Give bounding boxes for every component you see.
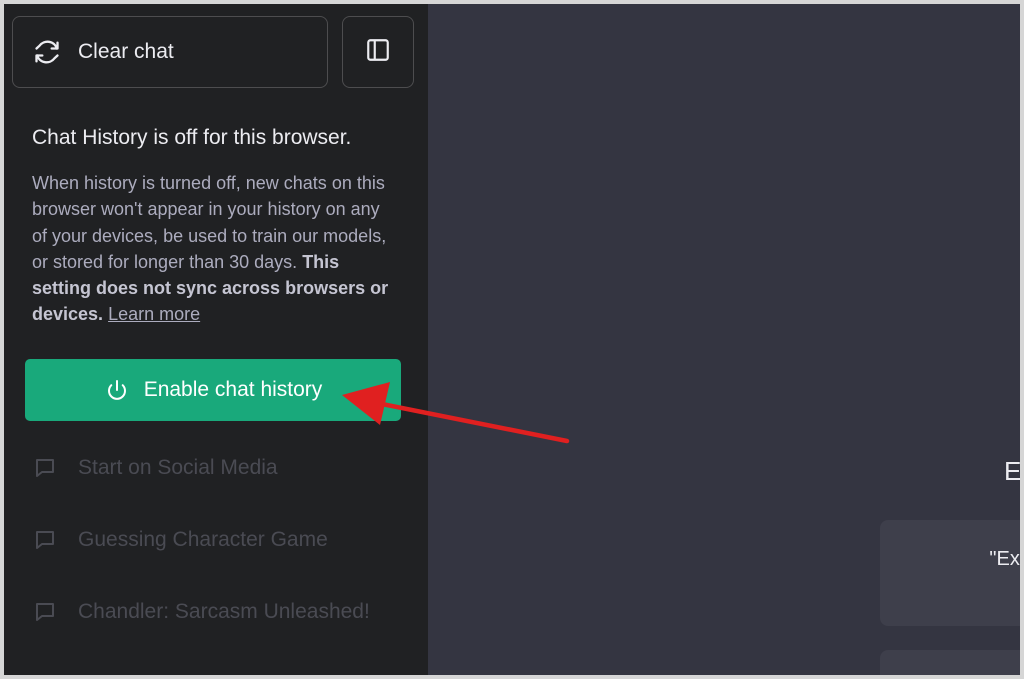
message-icon (32, 527, 58, 553)
chat-item-label: Guessing Character Game (78, 528, 328, 551)
enable-chat-history-button[interactable]: Enable chat history (25, 359, 401, 421)
main-heading: E (1004, 456, 1022, 486)
sidebar-toggle-icon (365, 37, 391, 68)
clear-chat-button[interactable]: Clear chat (12, 16, 328, 88)
chat-item-label: Chandler: Sarcasm Unleashed! (78, 600, 370, 623)
message-icon (32, 599, 58, 625)
sidebar-toggle-button[interactable] (342, 16, 414, 88)
example-prompt-card[interactable]: "Explain qu sim (880, 520, 1020, 626)
chat-item-label: Start on Social Media (78, 456, 278, 479)
clear-chat-label: Clear chat (78, 40, 174, 63)
history-off-description: When history is turned off, new chats on… (32, 170, 394, 328)
history-off-title: Chat History is off for this browser. (32, 126, 352, 149)
chat-list-item[interactable]: Guessing Character Game (32, 522, 412, 558)
main-panel: E "Explain qu sim (428, 4, 1022, 675)
chat-list-item[interactable]: Start on Social Media (32, 450, 412, 486)
power-icon (104, 377, 130, 403)
example-prompt-text: "Explain qu sim (989, 548, 1020, 570)
chat-list-item[interactable]: Chandler: Sarcasm Unleashed! (32, 594, 412, 630)
sidebar: Clear chat Chat History is off for this … (4, 4, 428, 675)
enable-chat-history-label: Enable chat history (143, 378, 323, 401)
refresh-icon (32, 37, 62, 67)
learn-more-link[interactable]: Learn more (108, 304, 200, 324)
message-icon (32, 455, 58, 481)
example-prompt-card[interactable] (880, 650, 1020, 675)
screenshot-frame: Clear chat Chat History is off for this … (0, 0, 1024, 679)
